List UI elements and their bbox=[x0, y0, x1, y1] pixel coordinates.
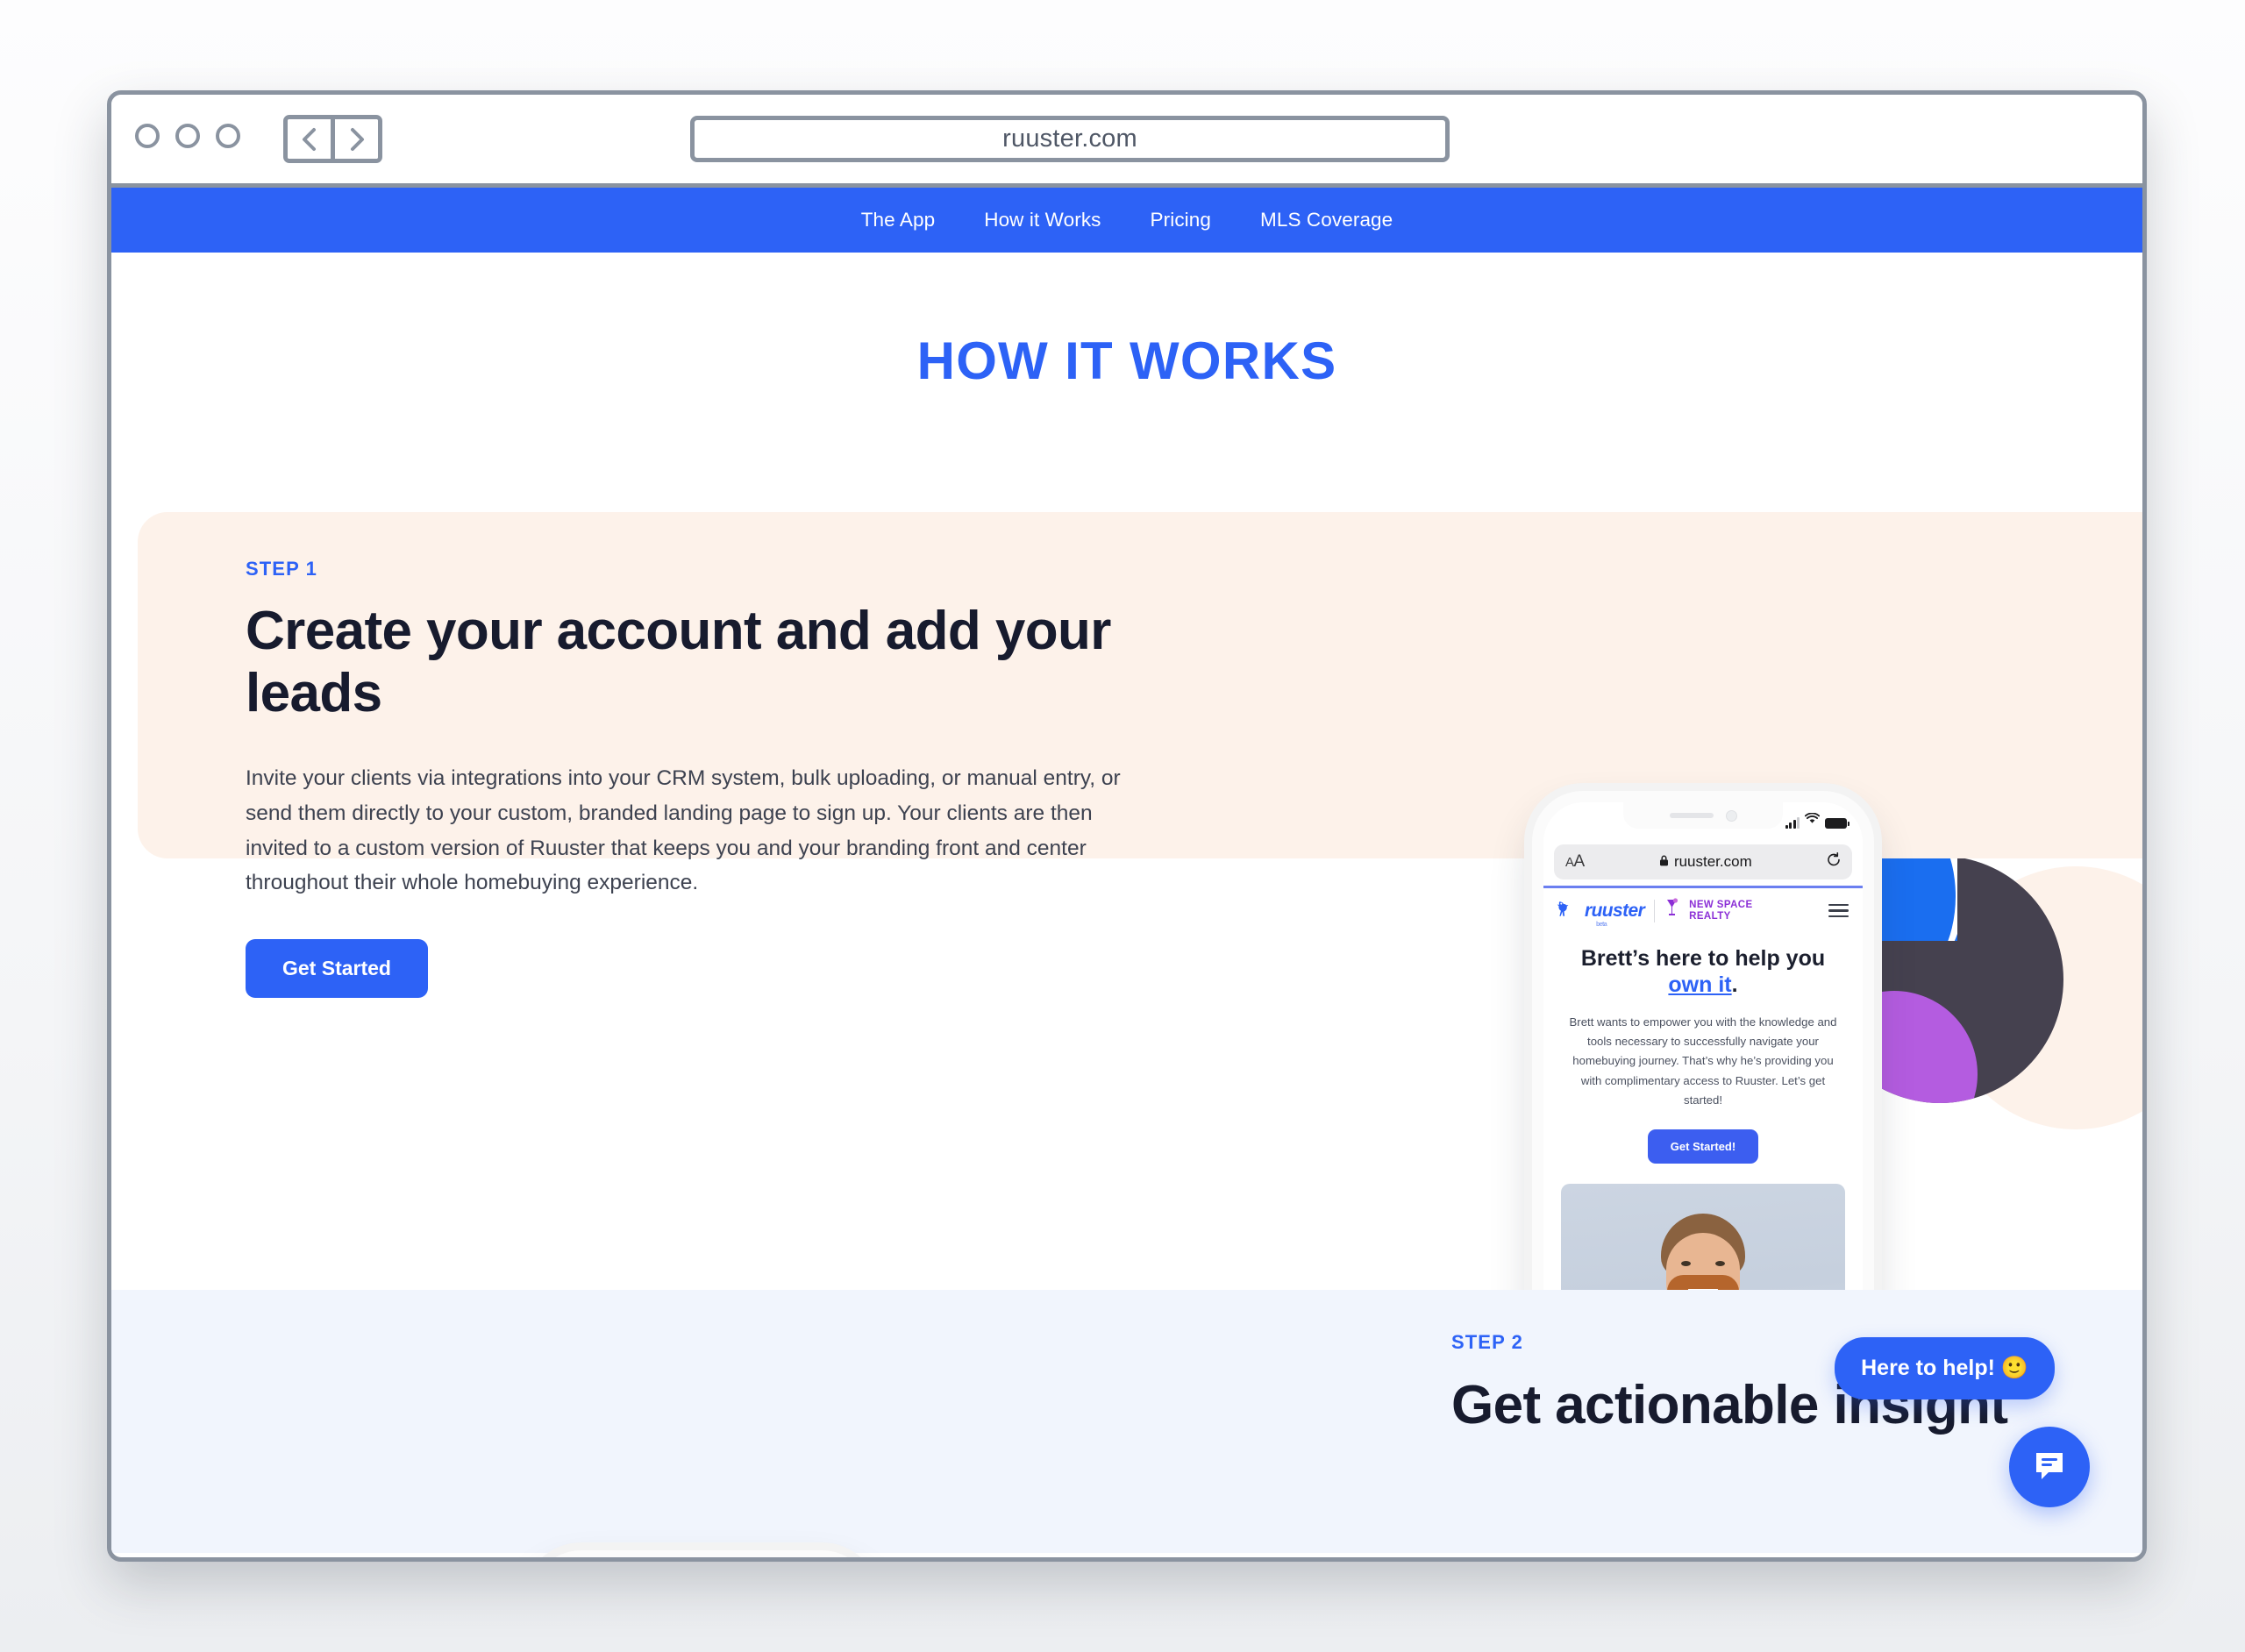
chat-icon bbox=[2029, 1445, 2070, 1490]
phone-site-header: ruuster beta NEW SPACE REALTY bbox=[1543, 888, 1863, 933]
phone-mockup-step-2: AA ruuster.com bbox=[531, 1550, 873, 1557]
safari-url-value: ruuster.com bbox=[1673, 853, 1752, 870]
earpiece-speaker-icon bbox=[1669, 813, 1714, 818]
nav-item-mls-coverage[interactable]: MLS Coverage bbox=[1260, 209, 1393, 231]
wifi-icon bbox=[1804, 812, 1821, 829]
window-controls bbox=[135, 124, 240, 148]
new-space-realty-mark-icon bbox=[1664, 898, 1679, 923]
page-title: HOW IT WORKS bbox=[916, 331, 1337, 390]
back-button[interactable] bbox=[288, 119, 331, 159]
phone-get-started-button[interactable]: Get Started! bbox=[1647, 1129, 1759, 1164]
text-size-button[interactable]: AA bbox=[1565, 852, 1585, 872]
step-1-eyebrow: STEP 1 bbox=[246, 558, 318, 580]
reload-icon[interactable] bbox=[1827, 852, 1841, 872]
phone-status-bar bbox=[1543, 802, 1863, 841]
phone-notch bbox=[1623, 802, 1783, 829]
own-it-link[interactable]: own it bbox=[1668, 972, 1731, 997]
maximize-window-button[interactable] bbox=[216, 124, 240, 148]
minimize-window-button[interactable] bbox=[175, 124, 200, 148]
close-window-button[interactable] bbox=[135, 124, 160, 148]
address-bar-text: ruuster.com bbox=[1002, 125, 1137, 153]
brand-divider bbox=[1654, 899, 1656, 922]
status-icons bbox=[1785, 812, 1849, 829]
battery-icon bbox=[1825, 818, 1849, 829]
partner-brand-name: NEW SPACE REALTY bbox=[1689, 900, 1753, 922]
nav-item-the-app[interactable]: The App bbox=[861, 209, 936, 231]
ruuster-wordmark: ruuster beta bbox=[1585, 900, 1645, 928]
chat-prompt-bubble[interactable]: Here to help! 🙂 bbox=[1835, 1337, 2055, 1399]
get-started-button[interactable]: Get Started bbox=[246, 939, 428, 999]
ruuster-bird-icon bbox=[1556, 899, 1575, 922]
step-1-body: Invite your clients via integrations int… bbox=[246, 766, 1121, 895]
chevron-left-icon bbox=[300, 126, 319, 153]
hamburger-menu-icon[interactable] bbox=[1828, 903, 1849, 918]
front-camera-icon bbox=[1725, 809, 1737, 822]
step-1-title: Create your account and add your leads bbox=[246, 601, 1111, 723]
browser-chrome-bar: ruuster.com bbox=[111, 95, 2142, 188]
beta-badge: beta bbox=[1596, 921, 1607, 928]
chevron-right-icon bbox=[347, 126, 367, 153]
lock-icon bbox=[1659, 853, 1669, 871]
phone-hero-body: Brett wants to empower you with the know… bbox=[1569, 1015, 1837, 1107]
forward-button[interactable] bbox=[331, 119, 378, 159]
safari-address-bar[interactable]: AA ruuster.com bbox=[1554, 844, 1852, 879]
phone-hero-title-pre: Brett’s here to help you bbox=[1580, 946, 1826, 971]
phone-hero-title-post: . bbox=[1731, 972, 1738, 997]
nav-item-how-it-works[interactable]: How it Works bbox=[984, 209, 1101, 231]
address-bar[interactable]: ruuster.com bbox=[690, 116, 1450, 162]
nav-item-pricing[interactable]: Pricing bbox=[1151, 209, 1211, 231]
browser-window: ruuster.com The App How it Works Pricing… bbox=[107, 90, 2147, 1562]
browser-navigation-buttons bbox=[283, 115, 382, 163]
phone-hero-title: Brett’s here to help you own it. bbox=[1557, 945, 1849, 998]
step-1-content: STEP 1 Create your account and add your … bbox=[246, 558, 1149, 999]
page-content: HOW IT WORKS STEP 1 Create your account … bbox=[111, 253, 2142, 1557]
site-navigation: The App How it Works Pricing MLS Coverag… bbox=[111, 188, 2142, 253]
cellular-signal-icon bbox=[1785, 817, 1800, 829]
safari-url-text: ruuster.com bbox=[1585, 853, 1827, 871]
chat-launcher-button[interactable] bbox=[2009, 1427, 2090, 1507]
